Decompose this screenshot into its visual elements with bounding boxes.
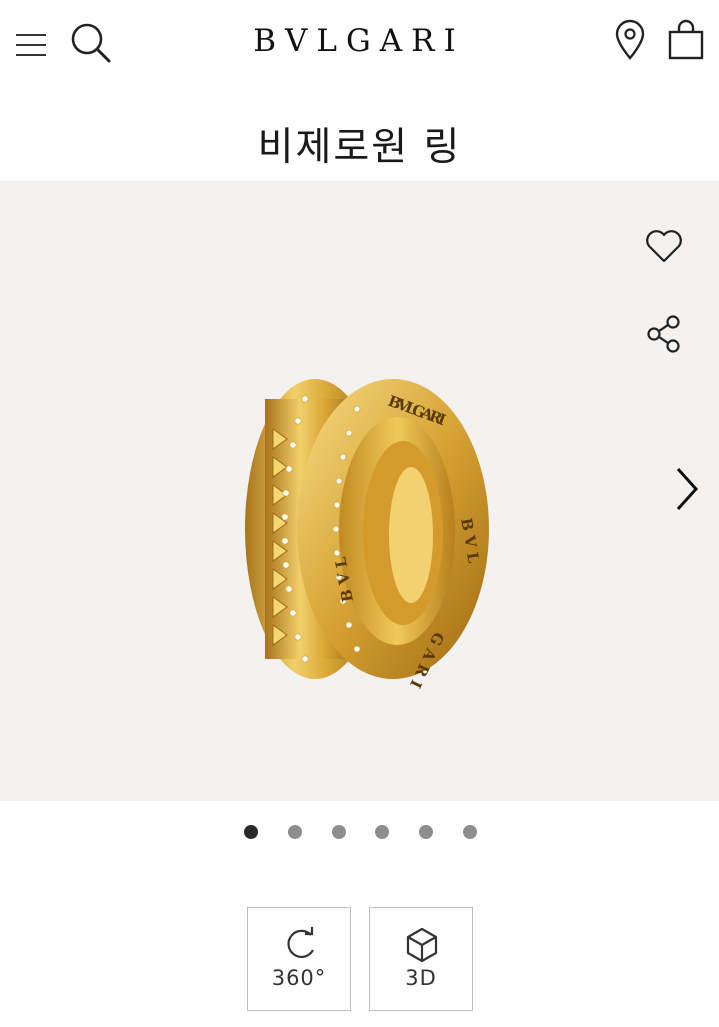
gallery-pagination bbox=[0, 820, 719, 844]
pagination-dot[interactable] bbox=[288, 825, 302, 839]
view-3d-label: 3D bbox=[405, 966, 437, 990]
heart-icon[interactable] bbox=[643, 225, 685, 267]
share-icon[interactable] bbox=[643, 313, 685, 355]
cube-icon bbox=[406, 927, 438, 963]
shopping-bag-icon[interactable] bbox=[664, 18, 708, 62]
menu-icon[interactable] bbox=[14, 28, 48, 62]
view-360-button[interactable]: 360° bbox=[247, 907, 351, 1011]
pagination-dot[interactable] bbox=[375, 825, 389, 839]
chevron-right-icon[interactable] bbox=[664, 463, 706, 515]
ring-product-image: BVLGARI B V L G A R I B V L bbox=[245, 379, 489, 689]
pagination-dot[interactable] bbox=[244, 825, 258, 839]
view-360-label: 360° bbox=[271, 966, 327, 990]
pagination-dot[interactable] bbox=[463, 825, 477, 839]
top-header: BVLGARI bbox=[0, 0, 719, 84]
rotate-360-icon bbox=[287, 927, 314, 958]
pagination-dot[interactable] bbox=[419, 825, 433, 839]
search-icon[interactable] bbox=[68, 20, 114, 66]
view-3d-button[interactable]: 3D bbox=[369, 907, 473, 1011]
brand-logo[interactable]: BVLGARI bbox=[209, 16, 509, 66]
product-title: 비제로원 링 bbox=[257, 125, 462, 170]
product-image-gallery[interactable]: BVLGARI B V L G A R I B V L bbox=[0, 181, 719, 801]
pagination-dot[interactable] bbox=[332, 825, 346, 839]
location-pin-icon[interactable] bbox=[608, 18, 652, 62]
